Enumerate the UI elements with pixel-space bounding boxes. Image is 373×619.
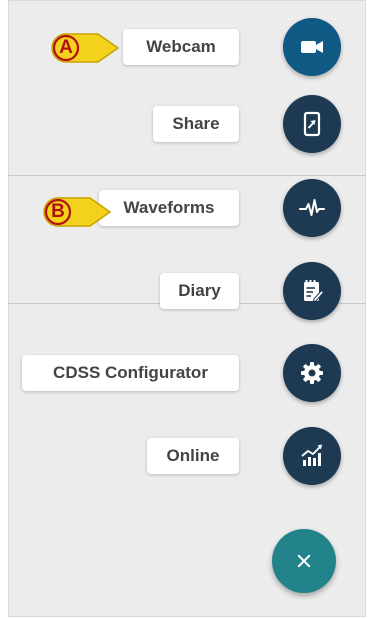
cdss-configurator-button[interactable] xyxy=(283,344,341,402)
tablet-share-icon xyxy=(303,111,321,137)
callout-a-letter: A xyxy=(59,37,73,58)
gear-icon xyxy=(301,362,323,384)
waveform-icon xyxy=(299,199,325,216)
cdss-configurator-label[interactable]: CDSS Configurator xyxy=(22,355,239,391)
share-label[interactable]: Share xyxy=(153,106,239,142)
online-button[interactable] xyxy=(283,427,341,485)
share-button[interactable] xyxy=(283,95,341,153)
online-label[interactable]: Online xyxy=(147,438,239,474)
divider xyxy=(8,175,366,176)
waveforms-button[interactable] xyxy=(283,179,341,237)
callout-a: A xyxy=(50,32,120,64)
close-menu-button[interactable] xyxy=(272,529,336,593)
webcam-label[interactable]: Webcam xyxy=(123,29,239,65)
notepad-icon xyxy=(304,280,325,303)
bar-chart-trend-icon xyxy=(301,444,322,466)
waveforms-label[interactable]: Waveforms xyxy=(99,190,239,226)
callout-b: B xyxy=(42,196,112,228)
callout-b-letter: B xyxy=(51,201,65,222)
diary-label[interactable]: Diary xyxy=(160,273,239,309)
diary-button[interactable] xyxy=(283,262,341,320)
close-icon xyxy=(297,554,311,568)
video-camera-icon xyxy=(301,41,323,53)
webcam-button[interactable] xyxy=(283,18,341,76)
